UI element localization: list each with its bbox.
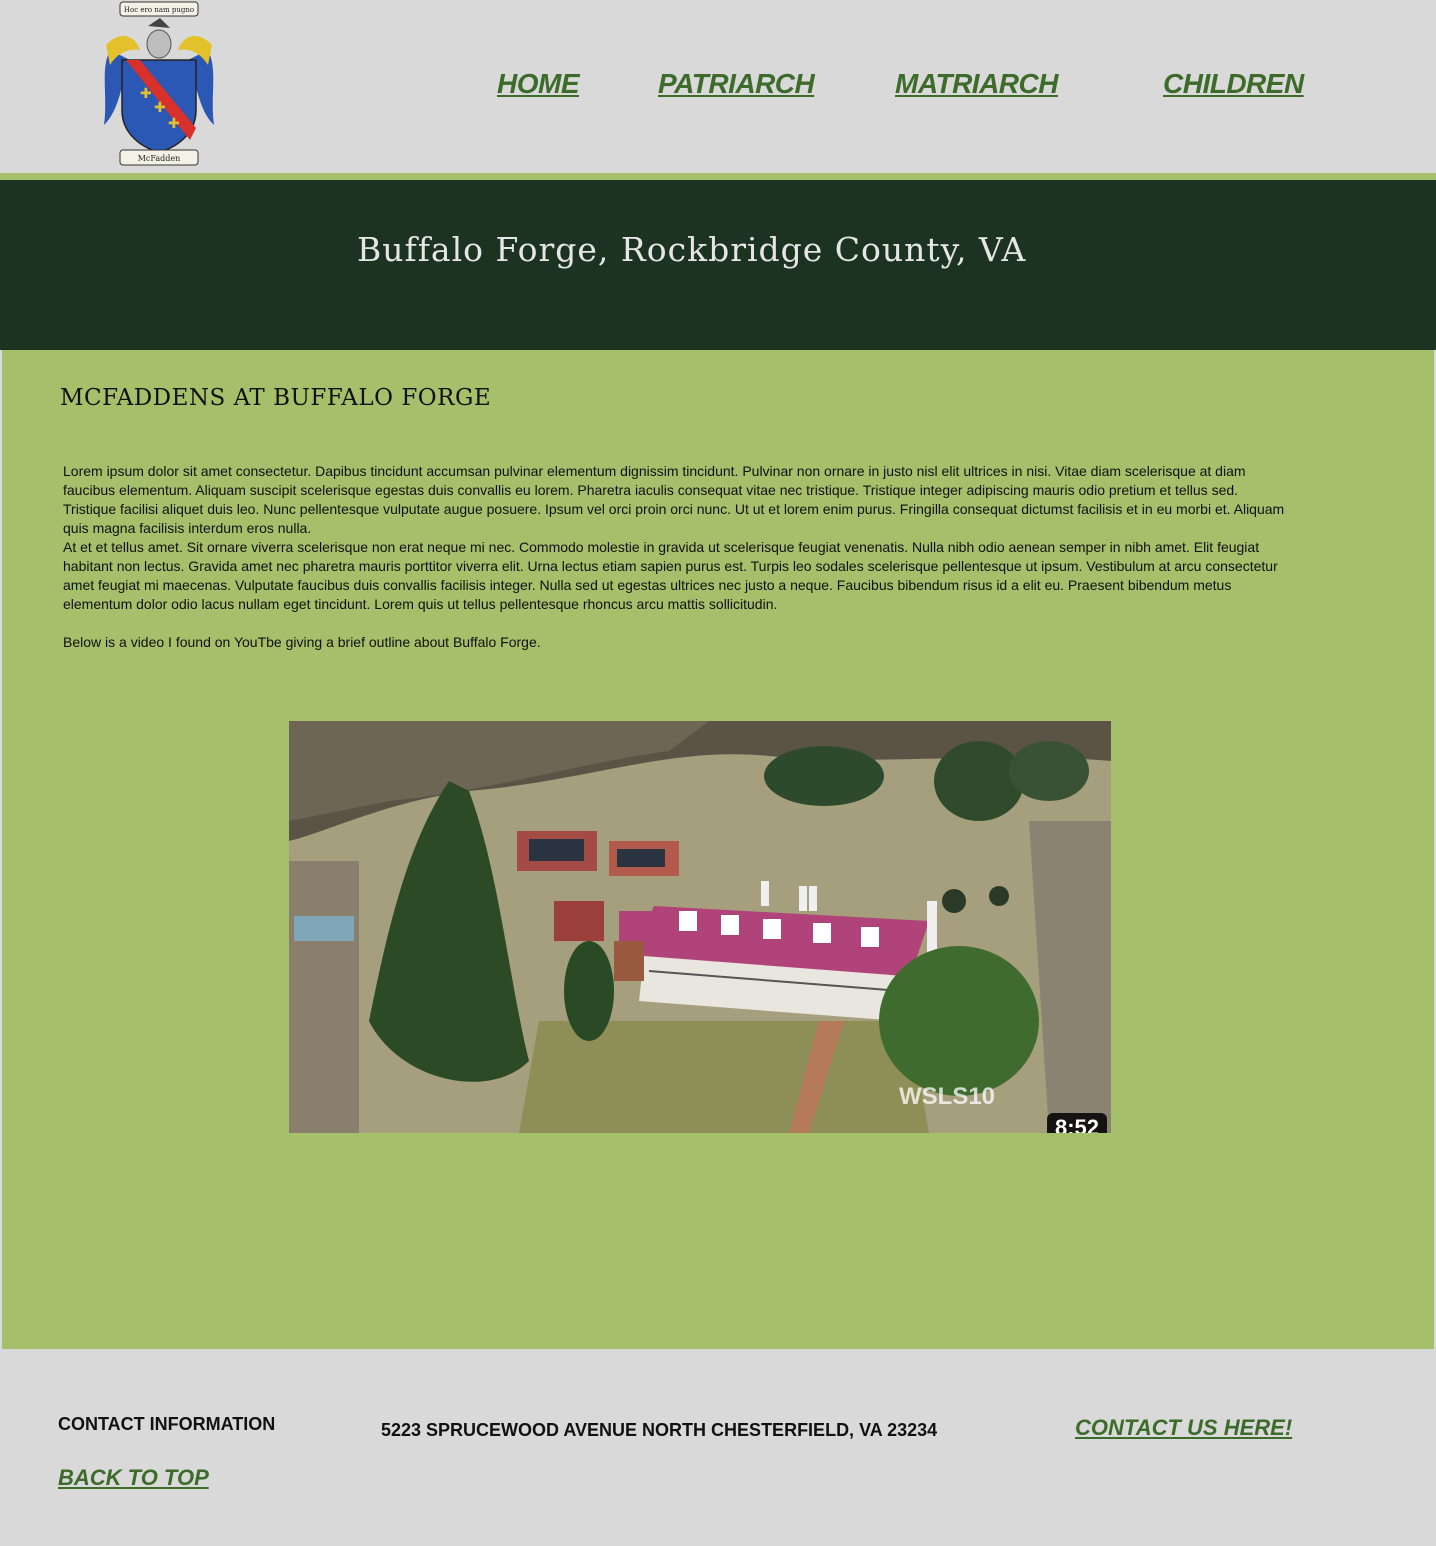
svg-text:McFadden: McFadden	[138, 154, 181, 163]
contact-us-link[interactable]: CONTACT US HERE!	[1075, 1415, 1292, 1441]
back-to-top-link[interactable]: BACK TO TOP	[58, 1465, 209, 1491]
page-title: Buffalo Forge, Rockbridge County, VA	[357, 230, 1027, 269]
video-channel-watermark: WSLS10	[899, 1083, 996, 1110]
article-body: Lorem ipsum dolor sit amet consectetur. …	[63, 462, 1285, 652]
site-header: Hoc ero nam pugno ✚ ✚ ✚ McFadden HOME PA…	[0, 0, 1436, 173]
family-crest-logo[interactable]: Hoc ero nam pugno ✚ ✚ ✚ McFadden	[100, 0, 218, 168]
article-paragraph: Lorem ipsum dolor sit amet consectetur. …	[63, 463, 1285, 536]
svg-text:✚: ✚	[140, 86, 152, 102]
nav-home-link[interactable]: HOME	[497, 68, 580, 100]
contact-heading: CONTACT INFORMATION	[58, 1414, 276, 1434]
main-content: MCFADDENS AT BUFFALO FORGE Lorem ipsum d…	[2, 350, 1434, 1349]
section-heading: MCFADDENS AT BUFFALO FORGE	[60, 385, 492, 411]
hero-banner: Buffalo Forge, Rockbridge County, VA	[0, 180, 1436, 350]
youtube-video-thumbnail[interactable]: WSLS10 8:52	[289, 721, 1111, 1133]
svg-text:Hoc ero nam pugno: Hoc ero nam pugno	[124, 6, 194, 14]
nav-patriarch-link[interactable]: PATRIARCH	[658, 68, 815, 100]
svg-text:✚: ✚	[154, 100, 166, 116]
nav-children-link[interactable]: CHILDREN	[1163, 68, 1304, 100]
aerial-house-image	[289, 721, 1111, 1133]
nav-matriarch-link[interactable]: MATRIARCH	[895, 68, 1058, 100]
svg-text:✚: ✚	[168, 116, 180, 132]
contact-address: 5223 SPRUCEWOOD AVENUE NORTH CHESTERFIEL…	[381, 1420, 938, 1440]
video-duration-badge: 8:52	[1046, 1113, 1107, 1133]
video-intro-text: Below is a video I found on YouTbe givin…	[63, 634, 541, 650]
article-paragraph: At et et tellus amet. Sit ornare viverra…	[63, 539, 1278, 612]
crest-icon: Hoc ero nam pugno ✚ ✚ ✚ McFadden	[104, 1, 214, 166]
site-footer: CONTACT INFORMATION 5223 SPRUCEWOOD AVEN…	[0, 1349, 1436, 1546]
header-divider	[0, 173, 1436, 180]
